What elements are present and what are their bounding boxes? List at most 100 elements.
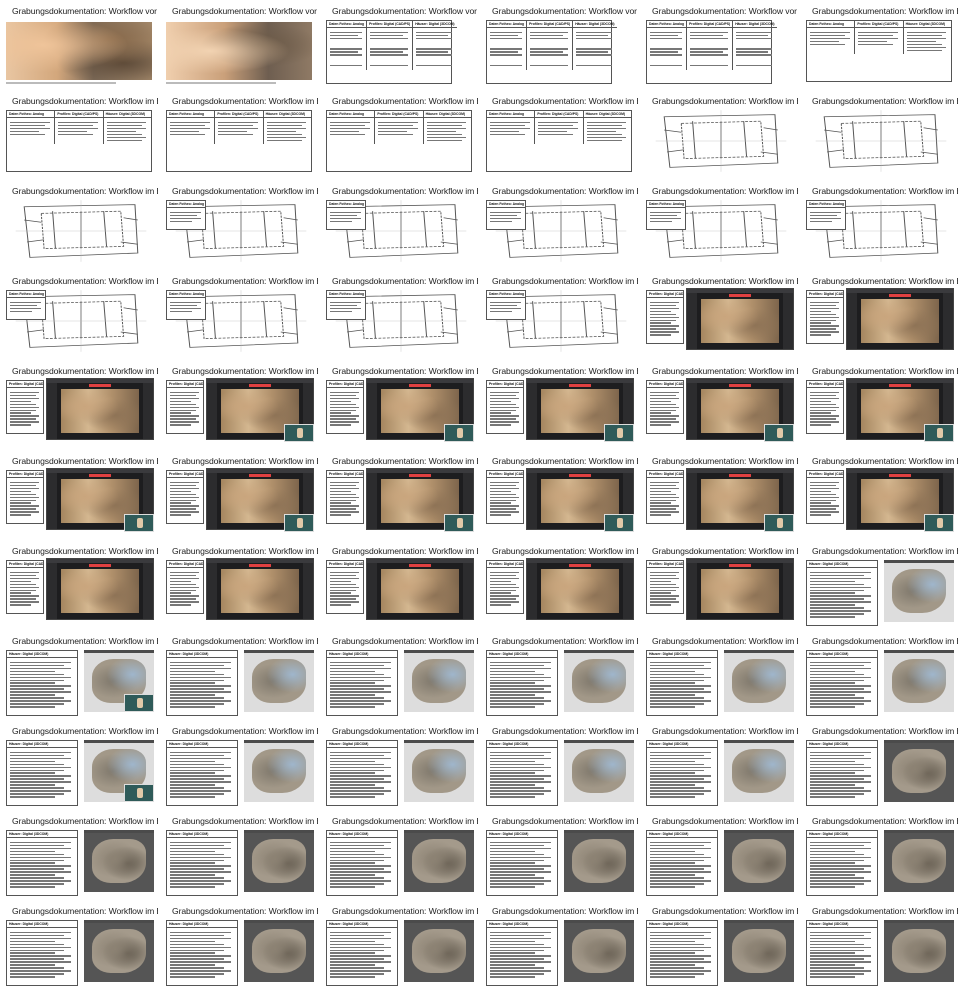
text-line	[330, 703, 385, 705]
slide-thumbnail[interactable]: Grabungsdokumentation: Workflow im Büro P…	[0, 360, 160, 450]
slide-thumbnail[interactable]: Grabungsdokumentation: Workflow im Büro H…	[480, 720, 640, 810]
slide-thumbnail[interactable]: Grabungsdokumentation: Workflow im Büro D…	[480, 90, 640, 180]
3d-model-view	[564, 830, 634, 892]
text-line	[810, 967, 865, 969]
text-line	[650, 484, 676, 486]
slide-thumbnail[interactable]: Grabungsdokumentation: Workflow im Büro P…	[480, 450, 640, 540]
slide-thumbnail[interactable]: Grabungsdokumentation: Workflow im Büro P…	[640, 360, 800, 450]
text-line	[106, 139, 142, 141]
workflow-column: Häuser: Digital (3DCOM)	[903, 21, 951, 54]
slide-thumbnail[interactable]: Grabungsdokumentation: Workflow im Büro D…	[320, 270, 480, 360]
slide-thumbnail[interactable]: Grabungsdokumentation: Workflow im Büro H…	[160, 810, 320, 900]
text-line	[810, 397, 839, 399]
slide-thumbnail[interactable]: Grabungsdokumentation: Workflow im Büro D…	[800, 180, 960, 270]
slide-thumbnail[interactable]: Grabungsdokumentation: Workflow im Büro P…	[480, 360, 640, 450]
slide-thumbnail[interactable]: Grabungsdokumentation: Workflow im Büro H…	[320, 900, 480, 990]
slide-thumbnail[interactable]: Grabungsdokumentation: Workflow im Büro P…	[800, 270, 960, 360]
text-line	[490, 217, 521, 219]
slide-thumbnail[interactable]: Grabungsdokumentation: Workflow im Büro H…	[480, 810, 640, 900]
slide-thumbnail[interactable]: Grabungsdokumentation: Workflow im Büro D…	[320, 180, 480, 270]
text-line	[650, 859, 705, 861]
slide-thumbnail[interactable]: Grabungsdokumentation: Workflow vor Ort	[0, 0, 160, 90]
slide-thumbnail[interactable]: Grabungsdokumentation: Workflow im Büro H…	[800, 900, 960, 990]
text-line	[170, 493, 196, 495]
slide-thumbnail[interactable]: Grabungsdokumentation: Workflow im Büro P…	[640, 540, 800, 630]
slide-thumbnail[interactable]: Grabungsdokumentation: Workflow im Büro H…	[800, 630, 960, 720]
slide-thumbnail[interactable]: Grabungsdokumentation: Workflow im Büro	[800, 90, 960, 180]
slide-thumbnail[interactable]: Grabungsdokumentation: Workflow im Büro H…	[480, 630, 640, 720]
slide-title: Grabungsdokumentation: Workflow vor Ort	[492, 6, 638, 16]
slide-thumbnail[interactable]: Grabungsdokumentation: Workflow im Büro H…	[0, 810, 160, 900]
model-toolbar	[724, 650, 794, 653]
text-line	[170, 595, 199, 597]
slide-thumbnail[interactable]: Grabungsdokumentation: Workflow vor Ort D…	[480, 0, 640, 90]
text-line	[170, 304, 198, 306]
cad-menubar	[527, 559, 633, 563]
slide-thumbnail[interactable]: Grabungsdokumentation: Workflow im Büro H…	[320, 810, 480, 900]
slide-thumbnail[interactable]: Grabungsdokumentation: Workflow im Büro H…	[800, 810, 960, 900]
text-line	[330, 595, 359, 597]
cad-profile-image	[701, 299, 779, 343]
slide-thumbnail[interactable]: Grabungsdokumentation: Workflow im Büro H…	[800, 540, 960, 630]
slide-thumbnail[interactable]: Grabungsdokumentation: Workflow im Büro	[640, 90, 800, 180]
slide-thumbnail[interactable]: Grabungsdokumentation: Workflow im Büro P…	[800, 360, 960, 450]
slide-thumbnail[interactable]: Grabungsdokumentation: Workflow im Büro P…	[160, 540, 320, 630]
info-box: Häuser: Digital (3DCOM)	[6, 740, 78, 806]
slide-content: Daten Fotheo: Analog	[806, 198, 956, 268]
slide-thumbnail[interactable]: Grabungsdokumentation: Workflow im Büro H…	[320, 720, 480, 810]
slide-thumbnail[interactable]: Grabungsdokumentation: Workflow im Büro H…	[160, 720, 320, 810]
slide-content: Häuser: Digital (3DCOM)	[646, 738, 796, 808]
slide-thumbnail[interactable]: Grabungsdokumentation: Workflow im Büro D…	[320, 90, 480, 180]
slide-thumbnail[interactable]: Grabungsdokumentation: Workflow im Büro P…	[0, 540, 160, 630]
slide-thumbnail[interactable]: Grabungsdokumentation: Workflow im Büro H…	[640, 630, 800, 720]
slide-thumbnail[interactable]: Grabungsdokumentation: Workflow vor Ort D…	[320, 0, 480, 90]
slide-thumbnail[interactable]: Grabungsdokumentation: Workflow im Büro H…	[0, 630, 160, 720]
slide-thumbnail[interactable]: Grabungsdokumentation: Workflow im Büro P…	[0, 450, 160, 540]
slide-thumbnail[interactable]: Grabungsdokumentation: Workflow im Büro D…	[800, 0, 960, 90]
cad-right-panel	[463, 563, 473, 619]
slide-thumbnail[interactable]: Grabungsdokumentation: Workflow im Büro D…	[0, 90, 160, 180]
slide-thumbnail[interactable]: Grabungsdokumentation: Workflow im Büro H…	[800, 720, 960, 810]
slide-thumbnail[interactable]: Grabungsdokumentation: Workflow im Büro P…	[160, 360, 320, 450]
slide-thumbnail[interactable]: Grabungsdokumentation: Workflow im Büro D…	[0, 270, 160, 360]
slide-thumbnail[interactable]: Grabungsdokumentation: Workflow im Büro H…	[640, 810, 800, 900]
text-line	[10, 949, 65, 951]
slide-thumbnail[interactable]: Grabungsdokumentation: Workflow im Büro H…	[640, 720, 800, 810]
slide-thumbnail[interactable]: Grabungsdokumentation: Workflow im Büro D…	[160, 90, 320, 180]
slide-thumbnail[interactable]: Grabungsdokumentation: Workflow im Büro H…	[160, 900, 320, 990]
text-line	[810, 508, 836, 510]
slide-thumbnail[interactable]: Grabungsdokumentation: Workflow im Büro H…	[0, 900, 160, 990]
slide-thumbnail[interactable]: Grabungsdokumentation: Workflow im Büro P…	[800, 450, 960, 540]
slide-thumbnail[interactable]: Grabungsdokumentation: Workflow im Büro D…	[640, 180, 800, 270]
presenter-hand	[617, 518, 623, 528]
slide-thumbnail[interactable]: Grabungsdokumentation: Workflow im Büro	[0, 180, 160, 270]
slide-thumbnail[interactable]: Grabungsdokumentation: Workflow im Büro P…	[320, 360, 480, 450]
slide-thumbnail[interactable]: Grabungsdokumentation: Workflow im Büro P…	[640, 270, 800, 360]
slide-thumbnail[interactable]: Grabungsdokumentation: Workflow im Büro D…	[160, 180, 320, 270]
slide-thumbnail[interactable]: Grabungsdokumentation: Workflow im Büro H…	[160, 630, 320, 720]
slide-thumbnail[interactable]: Grabungsdokumentation: Workflow im Büro D…	[480, 270, 640, 360]
plan-line	[655, 110, 787, 172]
slide-thumbnail[interactable]: Grabungsdokumentation: Workflow im Büro P…	[480, 540, 640, 630]
slide-thumbnail[interactable]: Grabungsdokumentation: Workflow im Büro D…	[160, 270, 320, 360]
slide-thumbnail[interactable]: Grabungsdokumentation: Workflow vor Ort D…	[640, 0, 800, 90]
slide-thumbnail[interactable]: Grabungsdokumentation: Workflow im Büro H…	[640, 900, 800, 990]
box-header: Profilen: Digital (CAD/PS)	[855, 21, 903, 28]
info-box: Häuser: Digital (3DCOM)	[806, 830, 878, 896]
slide-thumbnail[interactable]: Grabungsdokumentation: Workflow vor Ort	[160, 0, 320, 90]
text-line	[330, 664, 385, 666]
slide-thumbnail[interactable]: Grabungsdokumentation: Workflow im Büro H…	[480, 900, 640, 990]
slide-thumbnail[interactable]: Grabungsdokumentation: Workflow im Büro D…	[480, 180, 640, 270]
slide-thumbnail[interactable]: Grabungsdokumentation: Workflow im Büro P…	[640, 450, 800, 540]
slide-thumbnail[interactable]: Grabungsdokumentation: Workflow im Büro P…	[320, 540, 480, 630]
slide-thumbnail[interactable]: Grabungsdokumentation: Workflow im Büro H…	[320, 630, 480, 720]
slide-thumbnail[interactable]: Grabungsdokumentation: Workflow im Büro P…	[160, 450, 320, 540]
slide-thumbnail[interactable]: Grabungsdokumentation: Workflow im Büro H…	[0, 720, 160, 810]
text-line	[490, 412, 511, 414]
slide-thumbnail[interactable]: Grabungsdokumentation: Workflow im Büro P…	[320, 450, 480, 540]
text-line	[490, 772, 535, 774]
text-line	[490, 976, 535, 978]
text-line	[810, 961, 872, 963]
